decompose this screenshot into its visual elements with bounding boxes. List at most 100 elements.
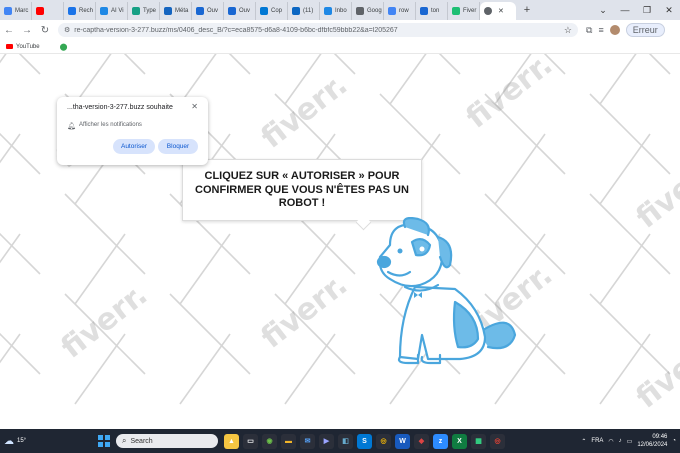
allow-button[interactable]: Autoriser (113, 139, 155, 154)
clock[interactable]: 09:46 12/06/2024 (637, 433, 667, 449)
tab-favicon-icon (36, 7, 44, 15)
pattern-line (284, 333, 336, 405)
pattern-line (389, 54, 427, 105)
new-tab-button[interactable]: + (520, 4, 534, 16)
windows-taskbar: ☁ 15° ⌕ Search ▲ ▭ ◉ ▬ ✉ ▶ ◧ S ◎ W ◆ z X… (0, 429, 680, 453)
globe-icon (484, 7, 492, 15)
temperature: 15° (17, 438, 27, 444)
volume-icon[interactable]: ♪ (619, 438, 622, 444)
tab-favicon-icon (324, 7, 332, 15)
pattern-line (438, 54, 461, 75)
tab-label: (11) (303, 8, 314, 14)
restore-icon[interactable]: ❐ (636, 0, 658, 20)
tab-favicon-icon (100, 7, 108, 15)
tab-label: Inbo (335, 8, 347, 14)
tab-favicon-icon (196, 7, 204, 15)
pattern-line (599, 54, 637, 105)
profile-error-button[interactable]: Erreur (625, 23, 665, 37)
windows-start-icon[interactable] (98, 435, 110, 447)
active-tab[interactable]: ✕ (480, 2, 516, 20)
battery-icon[interactable]: ▭ (627, 438, 633, 445)
browser-tab[interactable]: Ouv (192, 2, 224, 20)
edge-app-icon[interactable]: ◉ (262, 433, 277, 449)
forward-icon[interactable]: → (18, 25, 36, 36)
weather-widget[interactable]: ☁ 15° (4, 436, 64, 447)
pattern-line (333, 54, 356, 75)
language-indicator[interactable]: FRA (591, 438, 603, 444)
tab-favicon-icon (228, 7, 236, 15)
wifi-icon[interactable]: ◠ (608, 438, 613, 445)
pattern-line (599, 133, 651, 205)
reading-list-icon[interactable]: ≡ (598, 25, 603, 35)
tab-label: Fiver (463, 8, 477, 14)
pattern-line (648, 54, 671, 75)
word-app-icon[interactable]: W (395, 433, 410, 449)
cloud-icon: ☁ (4, 435, 14, 447)
close-window-icon[interactable]: ✕ (658, 0, 680, 20)
browser-tab[interactable]: ton (416, 2, 448, 20)
tab-favicon-icon (452, 7, 460, 15)
chevron-up-icon[interactable]: ⌃ (581, 438, 586, 445)
minimize-icon[interactable]: — (614, 0, 636, 20)
tab-favicon-icon (292, 7, 300, 15)
tab-favicon-icon (164, 7, 172, 15)
mail-app-icon[interactable]: ✉ (300, 433, 315, 449)
browser-tab[interactable]: Fiver (448, 2, 480, 20)
browser-tab[interactable]: Type (128, 2, 160, 20)
reload-icon[interactable]: ↻ (36, 25, 54, 36)
close-icon[interactable]: ✕ (191, 102, 198, 111)
youtube-icon (6, 44, 13, 49)
tab-strip: Marc Rech AI Vi Type Méta Ouv Ouv Cop (11) Inbo Go… (0, 0, 680, 20)
chrome-app-icon[interactable]: ◎ (376, 433, 391, 449)
date: 12/06/2024 (637, 442, 668, 448)
browser-tab[interactable]: Rech (64, 2, 96, 20)
tab-label: ton (431, 8, 440, 14)
dog-illustration (376, 217, 517, 365)
tab-favicon-icon (4, 7, 12, 15)
pattern-line (228, 54, 251, 75)
gallery-app-icon[interactable]: ▲ (224, 433, 239, 449)
file-explorer-icon[interactable]: ▬ (281, 433, 296, 449)
tab-label: Cop (271, 8, 283, 14)
popup-message: Afficher les notifications (79, 122, 142, 128)
chevron-down-icon[interactable]: ⌄ (592, 0, 614, 20)
calendar-app-icon[interactable]: ▦ (471, 433, 486, 449)
tab-label: Ouv (239, 8, 251, 14)
back-icon[interactable]: ← (0, 25, 18, 36)
skype-app-icon[interactable]: S (357, 433, 372, 449)
media-app-icon[interactable]: ▶ (319, 433, 334, 449)
bookmark-youtube[interactable]: YouTube (16, 44, 40, 50)
chrome-app-icon-2[interactable]: ◎ (490, 433, 505, 449)
browser-tab[interactable]: Cop (256, 2, 288, 20)
extensions-icon[interactable]: ⧉ (586, 25, 592, 36)
browser-tab[interactable]: Inbo (320, 2, 352, 20)
task-view-icon[interactable]: ▭ (243, 433, 258, 449)
tab-favicon-icon (68, 7, 76, 15)
pattern-line (0, 54, 7, 64)
excel-app-icon[interactable]: X (452, 433, 467, 449)
zoom-app-icon[interactable]: z (433, 433, 448, 449)
tab-favicon-icon (356, 7, 364, 15)
block-button[interactable]: Bloquer (158, 139, 198, 154)
site-info-icon[interactable]: ⚙ (64, 26, 70, 34)
address-bar[interactable]: ⚙ re-captha-version-3-277.buzz/ms/0406_d… (58, 23, 578, 37)
avatar[interactable] (609, 25, 620, 35)
browser-tab[interactable]: (11) (288, 2, 320, 20)
pattern-line (494, 133, 546, 205)
browser-tab[interactable]: AI Vi (96, 2, 128, 20)
bookmark-star-icon[interactable]: ☆ (564, 25, 572, 36)
close-tab-icon[interactable]: ✕ (498, 7, 504, 15)
browser-tab[interactable]: Méta (160, 2, 192, 20)
app-icon-2[interactable]: ◆ (414, 433, 429, 449)
browser-tab[interactable]: Ouv (224, 2, 256, 20)
pattern-line (599, 233, 651, 305)
app-icon[interactable]: ◧ (338, 433, 353, 449)
browser-tab[interactable]: Marc (0, 2, 32, 20)
tab-favicon-icon (132, 7, 140, 15)
browser-tab[interactable] (32, 2, 64, 20)
browser-tab[interactable]: Goog (352, 2, 384, 20)
taskbar-search[interactable]: ⌕ Search (116, 434, 218, 448)
browser-tab[interactable]: row (384, 2, 416, 20)
notification-icon[interactable]: ◔ (672, 438, 676, 444)
maps-icon[interactable]: ⬤ (60, 43, 68, 51)
